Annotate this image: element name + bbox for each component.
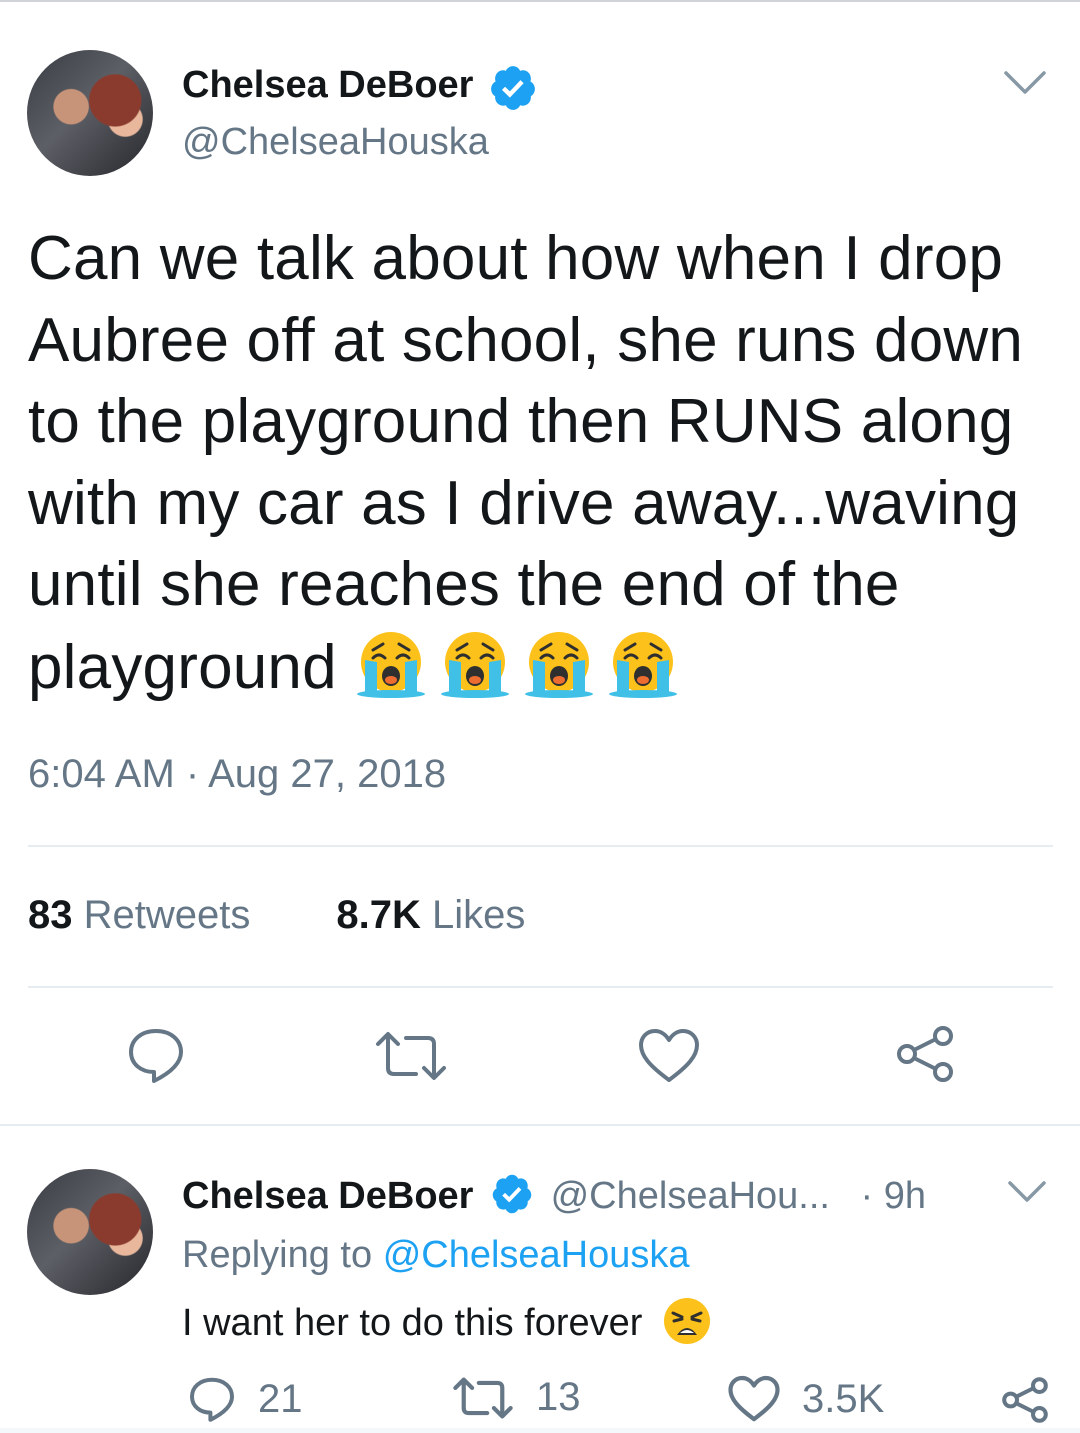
reply-like-action[interactable]: 3.5K <box>728 1375 884 1423</box>
divider <box>28 986 1053 988</box>
loudly-crying-face-icon <box>524 631 593 698</box>
reply-retweet-action[interactable]: 13 <box>452 1375 581 1420</box>
retweet-icon[interactable] <box>374 1030 448 1082</box>
retweet-count: 13 <box>536 1375 581 1419</box>
loudly-crying-face-icon <box>608 631 677 698</box>
retweets-label: Retweets <box>83 893 251 937</box>
reply-header: Chelsea DeBoer @ChelseaHou... · 9h <box>182 1172 926 1218</box>
share-icon[interactable] <box>894 1024 956 1084</box>
avatar[interactable] <box>27 50 153 176</box>
bottom-edge <box>0 1428 1080 1433</box>
replying-to: Replying to @ChelseaHouska <box>182 1234 690 1277</box>
replying-prefix: Replying to <box>182 1234 373 1276</box>
likes-label: Likes <box>432 893 526 937</box>
chevron-down-icon[interactable] <box>1006 1178 1048 1206</box>
retweet-icon <box>453 1376 513 1419</box>
loudly-crying-face-icon <box>440 631 509 698</box>
reply-count: 21 <box>258 1376 303 1421</box>
reply-author-name[interactable]: Chelsea DeBoer <box>182 1175 473 1217</box>
tweet-text: Can we talk about how when I drop Aubree… <box>28 218 1058 708</box>
like-heart-icon <box>728 1375 780 1422</box>
retweets-count: 83 <box>28 893 73 937</box>
verified-badge-icon <box>491 66 535 110</box>
tweet-timestamp[interactable]: 6:04 AM · Aug 27, 2018 <box>28 752 446 797</box>
weary-face-icon <box>664 1298 711 1344</box>
chevron-down-icon[interactable] <box>1002 68 1048 98</box>
emoji-group <box>347 626 683 709</box>
tweet-stats: 83 Retweets 8.7K Likes <box>28 893 525 938</box>
reply-time[interactable]: · 9h <box>861 1175 926 1217</box>
like-heart-icon[interactable] <box>638 1028 700 1084</box>
likes-stat[interactable]: 8.7K Likes <box>336 893 525 938</box>
top-border <box>0 0 1080 2</box>
reply-text: I want her to do this forever <box>182 1295 713 1347</box>
replying-to-link[interactable]: @ChelseaHouska <box>383 1234 690 1276</box>
likes-count: 8.7K <box>336 893 421 937</box>
tweet-separator <box>0 1124 1080 1126</box>
avatar[interactable] <box>27 1169 153 1295</box>
reply-author-handle[interactable]: @ChelseaHou... <box>551 1175 830 1217</box>
divider <box>28 845 1053 847</box>
reply-reply-action[interactable]: 21 <box>188 1375 303 1423</box>
verified-badge-icon <box>492 1174 532 1214</box>
share-icon[interactable] <box>1000 1376 1050 1424</box>
author-handle[interactable]: @ChelseaHouska <box>182 121 489 164</box>
like-count: 3.5K <box>802 1376 885 1421</box>
reply-text-content: I want her to do this forever <box>182 1302 643 1344</box>
loudly-crying-face-icon <box>356 631 425 698</box>
retweets-stat[interactable]: 83 Retweets <box>28 893 250 938</box>
reply-icon <box>190 1377 234 1422</box>
reply-icon[interactable] <box>126 1025 186 1085</box>
author-name[interactable]: Chelsea DeBoer <box>182 64 473 107</box>
